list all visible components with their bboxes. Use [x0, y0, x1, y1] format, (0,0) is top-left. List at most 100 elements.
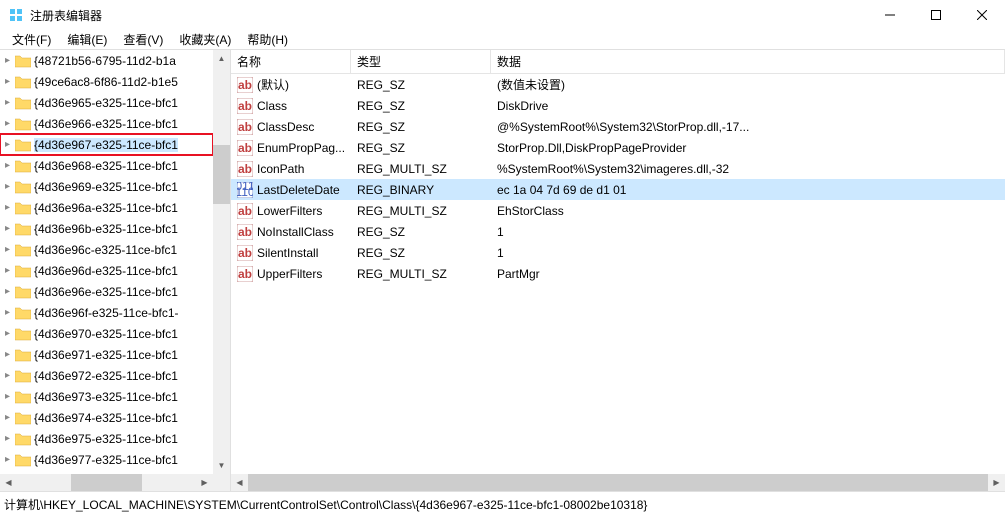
tree-item[interactable]: ▸{4d36e972-e325-11ce-bfc1 — [0, 365, 213, 386]
value-type: REG_SZ — [351, 78, 491, 92]
menu-view[interactable]: 查看(V) — [115, 29, 171, 50]
list-row[interactable]: SilentInstallREG_SZ1 — [231, 242, 1005, 263]
close-button[interactable] — [959, 0, 1005, 30]
tree-vertical-scrollbar[interactable]: ▲ ▼ — [213, 50, 230, 474]
expand-icon[interactable]: ▸ — [0, 412, 15, 423]
tree-item-label: {4d36e971-e325-11ce-bfc1 — [34, 348, 178, 362]
tree-item[interactable]: ▸{49ce6ac8-6f86-11d2-b1e5 — [0, 71, 213, 92]
folder-icon — [15, 285, 31, 299]
value-type: REG_MULTI_SZ — [351, 162, 491, 176]
list-row[interactable]: UpperFiltersREG_MULTI_SZPartMgr — [231, 263, 1005, 284]
scroll-down-button[interactable]: ▼ — [213, 457, 230, 474]
tree-item[interactable]: ▸{4d36e969-e325-11ce-bfc1 — [0, 176, 213, 197]
tree-pane: ▸ {48721b56-6795-11d2-b1a ▸{49ce6ac8-6f86-… — [0, 50, 231, 491]
value-type: REG_SZ — [351, 141, 491, 155]
expand-icon[interactable]: ▸ — [0, 97, 15, 108]
list-row[interactable]: ClassREG_SZDiskDrive — [231, 95, 1005, 116]
tree-item[interactable]: ▸{4d36e96b-e325-11ce-bfc1 — [0, 218, 213, 239]
menu-favorites[interactable]: 收藏夹(A) — [171, 29, 239, 50]
tree-content[interactable]: ▸ {48721b56-6795-11d2-b1a ▸{49ce6ac8-6f86-… — [0, 50, 213, 474]
scroll-left-button[interactable]: ◀ — [231, 474, 248, 491]
scroll-thumb[interactable] — [71, 474, 143, 491]
tree-item[interactable]: ▸{4d36e974-e325-11ce-bfc1 — [0, 407, 213, 428]
menu-help[interactable]: 帮助(H) — [239, 29, 296, 50]
tree-item[interactable]: ▸{4d36e96c-e325-11ce-bfc1 — [0, 239, 213, 260]
expand-icon[interactable]: ▸ — [0, 328, 15, 339]
tree-item[interactable]: ▸{4d36e967-e325-11ce-bfc1 — [0, 134, 213, 155]
maximize-button[interactable] — [913, 0, 959, 30]
scroll-thumb[interactable] — [248, 474, 988, 491]
expand-icon[interactable]: ▸ — [0, 118, 15, 129]
expand-icon[interactable]: ▸ — [0, 223, 15, 234]
expand-icon[interactable]: ▸ — [0, 454, 15, 465]
menu-edit[interactable]: 编辑(E) — [59, 29, 115, 50]
column-name-header[interactable]: 名称 — [231, 50, 351, 73]
list-row[interactable]: NoInstallClassREG_SZ1 — [231, 221, 1005, 242]
tree-item[interactable]: ▸ {4d36e971-e325-11ce-bfc1 — [0, 344, 213, 365]
tree-item[interactable]: ▸{4d36e973-e325-11ce-bfc1 — [0, 386, 213, 407]
value-data: DiskDrive — [491, 99, 1005, 113]
column-data-header[interactable]: 数据 — [491, 50, 1005, 73]
expand-icon[interactable]: ▸ — [0, 391, 15, 402]
folder-icon — [15, 138, 31, 152]
expand-icon[interactable]: ▸ — [0, 76, 15, 87]
expand-icon[interactable]: ▸ — [0, 349, 15, 360]
scroll-right-button[interactable]: ▶ — [196, 474, 213, 491]
tree-item[interactable]: ▸{4d36e965-e325-11ce-bfc1 — [0, 92, 213, 113]
folder-icon — [15, 348, 31, 362]
expand-icon[interactable]: ▸ — [0, 433, 15, 444]
tree-item-label: {48721b56-6795-11d2-b1a — [34, 54, 176, 68]
tree-item[interactable]: ▸ {48721b56-6795-11d2-b1a — [0, 50, 213, 71]
tree-item-label: {4d36e96a-e325-11ce-bfc1 — [34, 201, 178, 215]
string-value-icon — [237, 140, 253, 156]
minimize-button[interactable] — [867, 0, 913, 30]
tree-item[interactable]: ▸{4d36e966-e325-11ce-bfc1 — [0, 113, 213, 134]
expand-icon[interactable]: ▸ — [0, 307, 15, 318]
tree-item[interactable]: ▸{4d36e96f-e325-11ce-bfc1- — [0, 302, 213, 323]
expand-icon[interactable]: ▸ — [0, 139, 15, 150]
list-row[interactable]: ClassDescREG_SZ@%SystemRoot%\System32\St… — [231, 116, 1005, 137]
expand-icon[interactable]: ▸ — [0, 181, 15, 192]
tree-item[interactable]: ▸{4d36e977-e325-11ce-bfc1 — [0, 449, 213, 470]
list-row[interactable]: (默认)REG_SZ(数值未设置) — [231, 74, 1005, 95]
expand-icon[interactable]: ▸ — [0, 265, 15, 276]
folder-icon — [15, 432, 31, 446]
scroll-thumb[interactable] — [213, 145, 230, 204]
scroll-up-button[interactable]: ▲ — [213, 50, 230, 67]
expand-icon[interactable]: ▸ — [0, 55, 15, 66]
tree-item[interactable]: ▸ {4d36e96a-e325-11ce-bfc1 — [0, 197, 213, 218]
expand-icon[interactable]: ▸ — [0, 160, 15, 171]
menu-bar: 文件(F) 编辑(E) 查看(V) 收藏夹(A) 帮助(H) — [0, 30, 1005, 50]
value-name: LowerFilters — [257, 204, 322, 218]
menu-file[interactable]: 文件(F) — [4, 29, 59, 50]
list-body[interactable]: (默认)REG_SZ(数值未设置)ClassREG_SZDiskDriveCla… — [231, 74, 1005, 474]
tree-item-label: {4d36e968-e325-11ce-bfc1 — [34, 159, 178, 173]
expand-icon[interactable]: ▸ — [0, 370, 15, 381]
list-row[interactable]: LastDeleteDateREG_BINARYec 1a 04 7d 69 d… — [231, 179, 1005, 200]
tree-item[interactable]: ▸ {4d36e96d-e325-11ce-bfc1 — [0, 260, 213, 281]
list-horizontal-scrollbar[interactable]: ◀ ▶ — [231, 474, 1005, 491]
tree-horizontal-scrollbar[interactable]: ◀ ▶ — [0, 474, 213, 491]
column-type-header[interactable]: 类型 — [351, 50, 491, 73]
scroll-left-button[interactable]: ◀ — [0, 474, 17, 491]
list-row[interactable]: EnumPropPag...REG_SZStorProp.Dll,DiskPro… — [231, 137, 1005, 158]
tree-item[interactable]: ▸{4d36e975-e325-11ce-bfc1 — [0, 428, 213, 449]
expand-icon[interactable]: ▸ — [0, 244, 15, 255]
value-type: REG_MULTI_SZ — [351, 204, 491, 218]
string-value-icon — [237, 224, 253, 240]
value-name: ClassDesc — [257, 120, 314, 134]
tree-item[interactable]: ▸{4d36e96e-e325-11ce-bfc1 — [0, 281, 213, 302]
tree-item[interactable]: ▸ {4d36e968-e325-11ce-bfc1 — [0, 155, 213, 176]
list-row[interactable]: LowerFiltersREG_MULTI_SZEhStorClass — [231, 200, 1005, 221]
list-row[interactable]: IconPathREG_MULTI_SZ%SystemRoot%\System3… — [231, 158, 1005, 179]
value-type: REG_SZ — [351, 225, 491, 239]
tree-item[interactable]: ▸{4d36e970-e325-11ce-bfc1 — [0, 323, 213, 344]
value-data: %SystemRoot%\System32\imageres.dll,-32 — [491, 162, 1005, 176]
folder-icon — [15, 180, 31, 194]
expand-icon[interactable]: ▸ — [0, 286, 15, 297]
expand-icon[interactable]: ▸ — [0, 202, 15, 213]
tree-item-label: {4d36e96d-e325-11ce-bfc1 — [34, 264, 178, 278]
folder-icon — [15, 264, 31, 278]
value-data: @%SystemRoot%\System32\StorProp.dll,-17.… — [491, 120, 1005, 134]
scroll-right-button[interactable]: ▶ — [988, 474, 1005, 491]
